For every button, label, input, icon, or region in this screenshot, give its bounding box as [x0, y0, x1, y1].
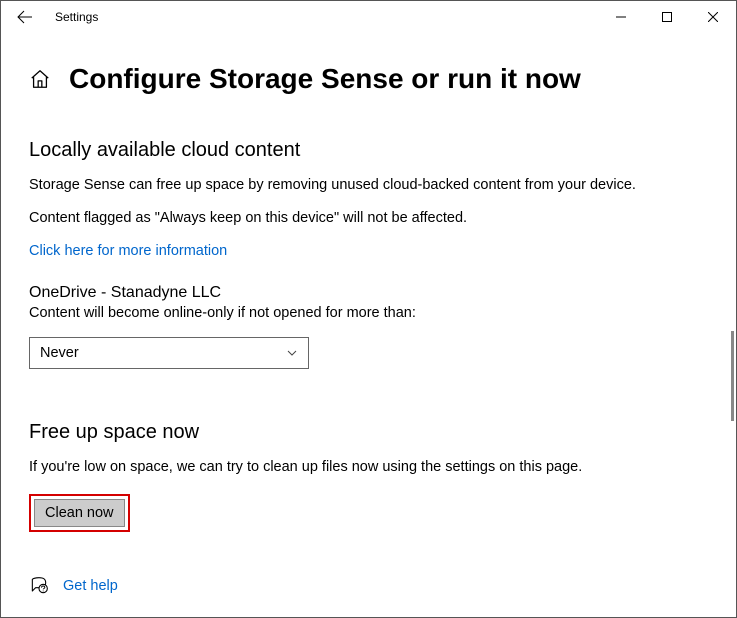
clean-now-highlight: Clean now — [29, 494, 130, 532]
help-icon — [29, 576, 49, 596]
app-title: Settings — [55, 10, 98, 24]
home-icon[interactable] — [29, 68, 51, 90]
chevron-down-icon — [286, 347, 298, 359]
arrow-left-icon — [17, 9, 33, 25]
content-area: Configure Storage Sense or run it now Lo… — [1, 33, 736, 596]
cloud-desc-2: Content flagged as "Always keep on this … — [29, 209, 708, 228]
onedrive-duration-select[interactable]: Never — [29, 337, 309, 369]
maximize-button[interactable] — [644, 1, 690, 33]
back-button[interactable] — [9, 1, 41, 33]
page-title: Configure Storage Sense or run it now — [69, 63, 581, 95]
close-button[interactable] — [690, 1, 736, 33]
clean-now-button[interactable]: Clean now — [34, 499, 125, 527]
free-up-section: Free up space now If you're low on space… — [29, 421, 708, 533]
free-up-heading: Free up space now — [29, 421, 708, 444]
cloud-desc-1: Storage Sense can free up space by remov… — [29, 176, 708, 195]
get-help-link[interactable]: Get help — [63, 578, 118, 594]
window-controls — [598, 1, 736, 33]
onedrive-heading: OneDrive - Stanadyne LLC — [29, 284, 708, 302]
maximize-icon — [662, 12, 672, 22]
help-row: Get help — [29, 576, 708, 596]
minimize-button[interactable] — [598, 1, 644, 33]
more-info-link[interactable]: Click here for more information — [29, 243, 227, 259]
page-header: Configure Storage Sense or run it now — [29, 63, 708, 95]
cloud-content-heading: Locally available cloud content — [29, 139, 708, 162]
minimize-icon — [616, 12, 626, 22]
free-up-desc: If you're low on space, we can try to cl… — [29, 458, 708, 477]
close-icon — [708, 12, 718, 22]
scrollbar[interactable] — [731, 331, 734, 421]
select-value: Never — [40, 345, 79, 361]
onedrive-label: Content will become online-only if not o… — [29, 304, 708, 323]
